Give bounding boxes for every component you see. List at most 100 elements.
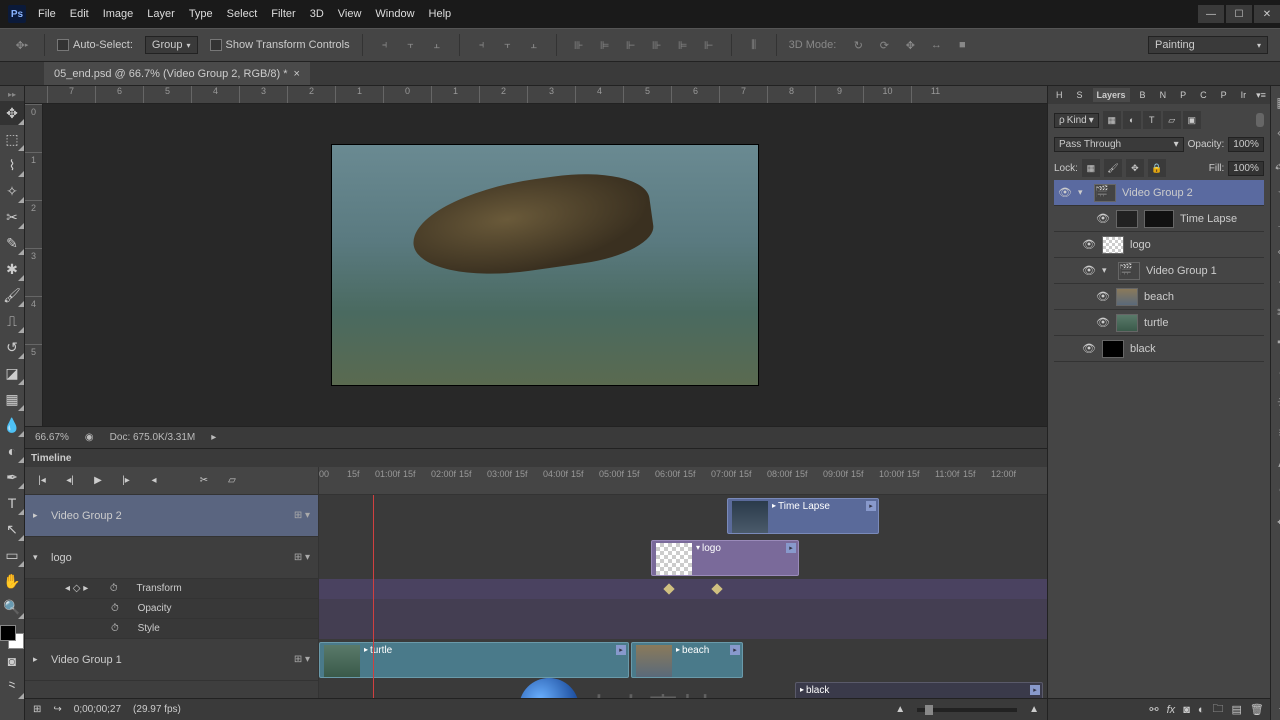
timeline-tab[interactable]: Timeline bbox=[25, 449, 1047, 467]
track-video-group-2[interactable]: ▸ Video Group 2 ⊞ ▾ bbox=[25, 495, 318, 537]
show-transform-checkbox[interactable]: Show Transform Controls bbox=[210, 39, 350, 51]
align-bottom-icon[interactable]: ⫠ bbox=[427, 35, 447, 55]
keyframe[interactable] bbox=[711, 583, 722, 594]
3d-orbit-icon[interactable]: ↻ bbox=[848, 35, 868, 55]
align-left-icon[interactable]: ⫞ bbox=[472, 35, 492, 55]
tl-mute-button[interactable]: ◂ bbox=[145, 473, 163, 489]
clip-logo[interactable]: ▾logo ▸ bbox=[651, 540, 799, 576]
menu-window[interactable]: Window bbox=[375, 8, 414, 20]
tl-zoom-in-icon[interactable]: ▲ bbox=[1029, 704, 1039, 715]
canvas[interactable] bbox=[332, 145, 758, 385]
dock-adjust-icon[interactable]: ☀ bbox=[1271, 390, 1280, 414]
menu-help[interactable]: Help bbox=[429, 8, 452, 20]
tl-play-button[interactable]: ▶ bbox=[89, 473, 107, 489]
layer-video-group-1[interactable]: 👁 ▾ 🎬 Video Group 1 bbox=[1054, 258, 1264, 284]
move-tool[interactable]: ✥ bbox=[0, 101, 24, 125]
pen-tool[interactable]: ✒ bbox=[0, 465, 24, 489]
visibility-icon[interactable]: 👁 bbox=[1058, 186, 1072, 199]
layer-black[interactable]: 👁 black bbox=[1054, 336, 1264, 362]
menu-3d[interactable]: 3D bbox=[310, 8, 324, 20]
tl-split-button[interactable]: ✂ bbox=[195, 473, 213, 489]
menu-select[interactable]: Select bbox=[227, 8, 258, 20]
lock-all-icon[interactable]: 🔒 bbox=[1148, 159, 1166, 177]
dist-2-icon[interactable]: ⊫ bbox=[595, 35, 615, 55]
stopwatch-icon[interactable]: ⏱ bbox=[111, 603, 119, 614]
canvas-area[interactable] bbox=[43, 104, 1047, 426]
visibility-icon[interactable]: 👁 bbox=[1096, 290, 1110, 303]
tl-zoom-slider[interactable] bbox=[917, 708, 1017, 712]
maximize-button[interactable]: ☐ bbox=[1226, 5, 1252, 23]
panel-tab-h[interactable]: H bbox=[1052, 88, 1067, 102]
zoom-slider-icon[interactable]: ◉ bbox=[85, 432, 94, 443]
path-tool[interactable]: ↖ bbox=[0, 517, 24, 541]
blend-mode-dropdown[interactable]: Pass Through▾ bbox=[1054, 137, 1184, 152]
layer-timelapse[interactable]: 👁 Time Lapse bbox=[1054, 206, 1264, 232]
layer-logo[interactable]: 👁 logo bbox=[1054, 232, 1264, 258]
panel-tab-b[interactable]: B bbox=[1136, 88, 1150, 102]
track-prop-transform[interactable]: ◂ ◇ ▸ ⏱ Transform bbox=[25, 579, 318, 599]
tl-frame-convert-icon[interactable]: ⊞ bbox=[33, 704, 41, 715]
layer-beach[interactable]: 👁 beach bbox=[1054, 284, 1264, 310]
stopwatch-icon[interactable]: ⏱ bbox=[110, 583, 118, 594]
align-right-icon[interactable]: ⫠ bbox=[524, 35, 544, 55]
status-arrow-icon[interactable]: ▸ bbox=[211, 432, 216, 443]
keyframe-nav[interactable]: ◂ ◇ ▸ bbox=[65, 583, 88, 594]
panel-menu-icon[interactable]: ▾≡ bbox=[1256, 90, 1266, 101]
visibility-icon[interactable]: 👁 bbox=[1096, 316, 1110, 329]
filter-shape-icon[interactable]: ▱ bbox=[1163, 111, 1181, 129]
panel-tab-p2[interactable]: P bbox=[1217, 88, 1231, 102]
filter-toggle[interactable] bbox=[1256, 113, 1264, 127]
add-track-icon[interactable]: + bbox=[1271, 696, 1280, 720]
color-swatches[interactable] bbox=[0, 625, 24, 649]
panel-tab-p[interactable]: P bbox=[1176, 88, 1190, 102]
dist-5-icon[interactable]: ⊫ bbox=[673, 35, 693, 55]
menu-layer[interactable]: Layer bbox=[147, 8, 175, 20]
type-tool[interactable]: T bbox=[0, 491, 24, 515]
eraser-tool[interactable]: ◪ bbox=[0, 361, 24, 385]
tl-render-icon[interactable]: ↪ bbox=[53, 704, 61, 715]
align-vcenter-icon[interactable]: ⫟ bbox=[401, 35, 421, 55]
hand-tool[interactable]: ✋ bbox=[0, 569, 24, 593]
zoom-tool[interactable]: 🔍 bbox=[0, 595, 24, 619]
dock-clone-icon[interactable]: ⎍ bbox=[1271, 210, 1280, 234]
close-button[interactable]: ✕ bbox=[1254, 5, 1280, 23]
dist-4-icon[interactable]: ⊪ bbox=[647, 35, 667, 55]
tl-zoom-out-icon[interactable]: ▲ bbox=[895, 704, 905, 715]
clip-end-icon[interactable]: ▸ bbox=[866, 501, 876, 511]
dock-props-icon[interactable]: ≡ bbox=[1271, 420, 1280, 444]
wand-tool[interactable]: ✧ bbox=[0, 179, 24, 203]
blur-tool[interactable]: 💧 bbox=[0, 413, 24, 437]
adjustment-icon[interactable]: ◐ bbox=[1198, 704, 1205, 716]
playhead[interactable] bbox=[373, 495, 374, 698]
track-options-icon[interactable]: ⊞ ▾ bbox=[294, 552, 310, 563]
clip-end-icon[interactable]: ▸ bbox=[786, 543, 796, 553]
panel-tab-n[interactable]: N bbox=[1156, 88, 1171, 102]
dock-align-icon[interactable]: ⫟ bbox=[1271, 270, 1280, 294]
dock-nav-icon[interactable]: ✦ bbox=[1271, 180, 1280, 204]
dock-styles-icon[interactable]: ◈ bbox=[1271, 120, 1280, 144]
fx-icon[interactable]: fx bbox=[1167, 704, 1176, 716]
gradient-tool[interactable]: ▦ bbox=[0, 387, 24, 411]
clip-timelapse[interactable]: ▸Time Lapse ▸ bbox=[727, 498, 879, 534]
marquee-tool[interactable]: ⬚ bbox=[0, 127, 24, 151]
lock-trans-icon[interactable]: ▦ bbox=[1082, 159, 1100, 177]
dock-brushes-icon[interactable]: 🖌 bbox=[1271, 150, 1280, 174]
dist-6-icon[interactable]: ⊩ bbox=[699, 35, 719, 55]
clip-turtle[interactable]: ▸turtle ▸ bbox=[319, 642, 629, 678]
brush-tool[interactable]: 🖌 bbox=[0, 283, 24, 307]
timeline-ruler[interactable]: 0015f 01:00f15f 02:00f15f 03:00f15f 04:0… bbox=[319, 467, 1047, 494]
dodge-tool[interactable]: ◐ bbox=[0, 439, 24, 463]
menu-filter[interactable]: Filter bbox=[271, 8, 295, 20]
tl-prev-frame-button[interactable]: ◂| bbox=[61, 473, 79, 489]
stamp-tool[interactable]: ⎍ bbox=[0, 309, 24, 333]
collapse-toolbox-icon[interactable]: ▸▸ bbox=[8, 90, 16, 99]
chevron-right-icon[interactable]: ▸ bbox=[33, 654, 43, 665]
dock-transform-icon[interactable]: ✂ bbox=[1271, 300, 1280, 324]
clip-end-icon[interactable]: ▸ bbox=[616, 645, 626, 655]
track-options-icon[interactable]: ⊞ ▾ bbox=[294, 510, 310, 521]
new-layer-icon[interactable]: ▤ bbox=[1232, 703, 1242, 716]
layer-turtle[interactable]: 👁 turtle bbox=[1054, 310, 1264, 336]
auto-align-icon[interactable]: ⫼ bbox=[744, 35, 764, 55]
track-options-icon[interactable]: ⊞ ▾ bbox=[294, 654, 310, 665]
zoom-level[interactable]: 66.67% bbox=[35, 432, 69, 443]
